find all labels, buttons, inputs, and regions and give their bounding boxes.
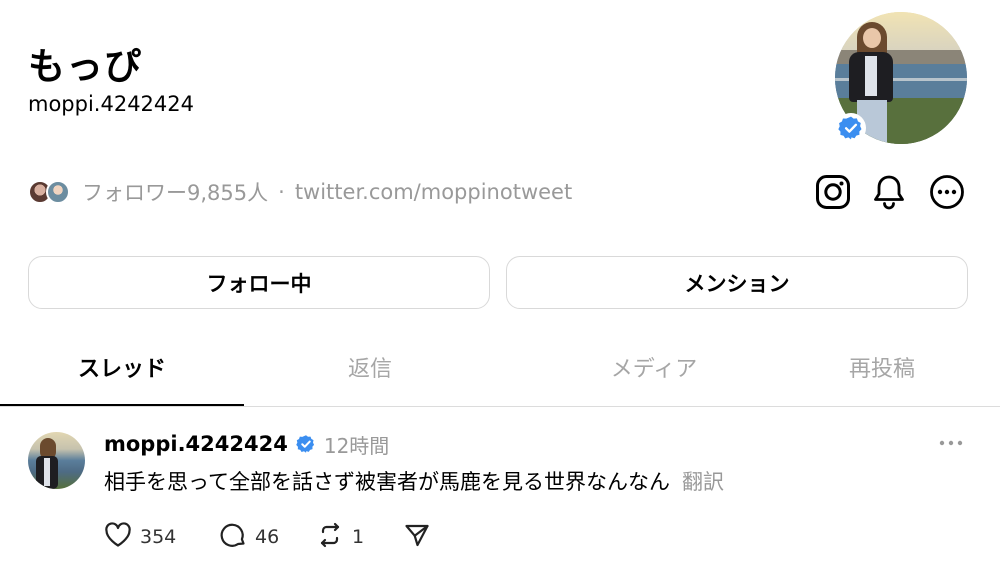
post-text-row: 相手を思って全部を話さず被害者が馬鹿を見る世界なんなん 翻訳 xyxy=(104,466,724,496)
follower-count[interactable]: フォロワー9,855人 xyxy=(82,177,268,207)
tab-threads[interactable]: スレッド xyxy=(0,340,244,394)
heart-icon xyxy=(104,521,132,553)
profile-display-name: もっぴ xyxy=(28,45,142,88)
repost-count: 1 xyxy=(352,526,365,548)
repost-button[interactable]: 1 xyxy=(316,521,403,554)
post-avatar[interactable] xyxy=(28,432,85,489)
follower-avatar xyxy=(46,180,70,204)
bell-icon[interactable] xyxy=(871,174,907,210)
more-icon[interactable] xyxy=(929,174,965,210)
tab-replies[interactable]: 返信 xyxy=(244,340,496,394)
reply-button[interactable]: 46 xyxy=(219,521,316,554)
comment-icon xyxy=(219,521,247,554)
post-text: 相手を思って全部を話さず被害者が馬鹿を見る世界なんなん xyxy=(104,470,670,494)
reply-count: 46 xyxy=(255,526,280,548)
translate-link[interactable]: 翻訳 xyxy=(682,470,724,494)
like-count: 354 xyxy=(140,526,177,548)
verified-badge-icon xyxy=(836,113,866,143)
share-button[interactable] xyxy=(403,521,443,554)
profile-tabs: スレッド 返信 メディア 再投稿 xyxy=(0,340,1000,407)
following-button[interactable]: フォロー中 xyxy=(28,256,490,309)
like-button[interactable]: 354 xyxy=(104,521,219,553)
mention-button[interactable]: メンション xyxy=(506,256,968,309)
post-timestamp: 12時間 xyxy=(323,433,390,458)
tab-reposts[interactable]: 再投稿 xyxy=(812,340,952,394)
follower-row[interactable]: フォロワー9,855人 · twitter.com/moppinotweet xyxy=(28,177,572,207)
post-username[interactable]: moppi.4242424 xyxy=(104,432,288,456)
post-header: moppi.4242424 12時間 xyxy=(104,429,389,459)
separator-dot: · xyxy=(278,180,285,204)
repost-icon xyxy=(316,521,344,554)
send-icon xyxy=(403,521,431,554)
post-more-icon[interactable] xyxy=(936,430,966,456)
post-actions: 354 46 1 xyxy=(104,520,443,554)
verified-badge-icon xyxy=(296,434,316,454)
active-tab-indicator xyxy=(0,404,244,406)
profile-link[interactable]: twitter.com/moppinotweet xyxy=(295,180,572,204)
profile-username: moppi.4242424 xyxy=(28,92,195,116)
tab-media[interactable]: メディア xyxy=(496,340,812,394)
instagram-icon[interactable] xyxy=(815,174,851,210)
